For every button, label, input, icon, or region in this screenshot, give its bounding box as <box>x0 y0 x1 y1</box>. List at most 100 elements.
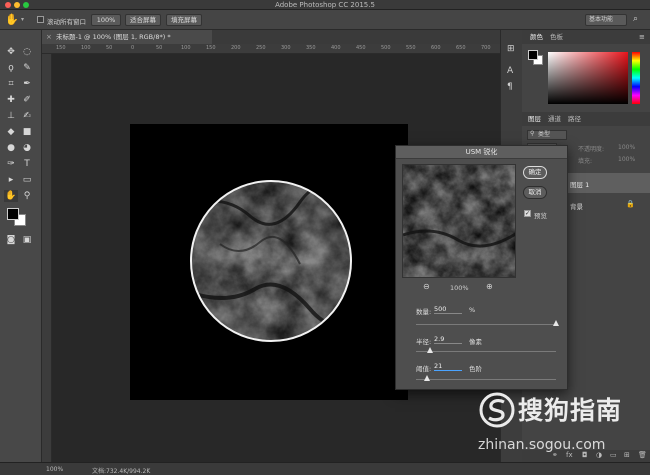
rectangle-tool-icon[interactable]: ▭ <box>20 174 34 186</box>
paragraph-panel-icon[interactable]: ¶ <box>507 82 513 92</box>
close-tab-icon[interactable]: × <box>46 30 52 44</box>
ruler-tick-label: 550 <box>406 45 416 51</box>
amount-unit: % <box>469 306 476 314</box>
workspace-label: 基本功能 <box>589 16 614 23</box>
ruler-tick-label: 650 <box>456 45 466 51</box>
type-tool-icon[interactable]: T <box>20 158 34 170</box>
filter-search-icon: ⚲ <box>530 130 535 137</box>
lasso-tool-icon[interactable]: ϙ <box>4 62 18 74</box>
panel-menu-icon[interactable]: ≡ <box>639 33 645 41</box>
status-menu-chevron-icon[interactable]: › <box>147 466 149 473</box>
pen-tool-icon[interactable]: ✑ <box>4 158 18 170</box>
radius-label: 半径: <box>416 338 432 346</box>
marquee-tool-icon[interactable]: ◌ <box>20 46 34 58</box>
preview-clouds-graphic <box>403 165 515 277</box>
dialog-title: USM 锐化 <box>396 146 567 159</box>
threshold-unit: 色阶 <box>469 365 482 373</box>
horizontal-ruler: 150 100 50 0 50 100 150 200 250 300 350 400 450 500 55… <box>42 44 500 54</box>
dodge-tool-icon[interactable]: ◕ <box>20 142 34 154</box>
color-field[interactable] <box>548 52 628 104</box>
preview-zoom-value: 100% <box>450 284 469 292</box>
foreground-color-fill <box>7 208 19 220</box>
layer-1-name: 图层 1 <box>570 181 590 189</box>
crop-tool-icon[interactable]: ⌗ <box>4 78 18 90</box>
quick-mask-icon[interactable]: ◙ <box>4 234 18 246</box>
status-zoom[interactable]: 100% <box>46 466 63 473</box>
tab-layers[interactable]: 图层 <box>528 112 541 126</box>
tab-swatches[interactable]: 色板 <box>550 30 563 44</box>
vertical-ruler <box>42 54 52 462</box>
scroll-all-checkbox[interactable] <box>37 16 44 23</box>
background-layer-name: 背景 <box>570 203 583 211</box>
tool-preset-chevron-icon[interactable]: ▾ <box>21 16 24 23</box>
preview-checkbox[interactable]: ✓ <box>524 210 531 217</box>
clone-stamp-tool-icon[interactable]: ⊥ <box>4 110 18 122</box>
ruler-tick-label: 100 <box>181 45 191 51</box>
eyedropper-tool-icon[interactable]: ✒ <box>20 78 34 90</box>
eraser-tool-icon[interactable]: ◆ <box>4 126 18 138</box>
sogou-watermark: 搜狗指南 zhinan.sogou.com <box>470 385 650 465</box>
ruler-tick-label: 450 <box>356 45 366 51</box>
tab-color[interactable]: 颜色 <box>530 30 543 44</box>
tab-channels[interactable]: 通道 <box>548 112 561 126</box>
radius-slider-thumb[interactable] <box>427 347 433 353</box>
radius-slider-track[interactable] <box>416 351 556 352</box>
fill-screen-button[interactable]: 填充屏幕 <box>166 14 202 26</box>
preview-image[interactable] <box>402 164 516 278</box>
threshold-label: 阈值: <box>416 365 432 373</box>
amount-slider-thumb[interactable] <box>553 320 559 326</box>
amount-input[interactable]: 500 <box>434 305 462 314</box>
workspace-switcher[interactable]: 基本功能 <box>585 14 627 26</box>
document-canvas[interactable] <box>130 124 408 400</box>
hand-tool-icon[interactable]: ✋ <box>5 13 19 26</box>
zoom-out-icon[interactable]: ⊖ <box>423 282 430 291</box>
ok-button[interactable]: 确定 <box>523 166 547 179</box>
ruler-tick-label: 250 <box>256 45 266 51</box>
healing-brush-tool-icon[interactable]: ✚ <box>4 94 18 106</box>
zoom-100-button[interactable]: 100% <box>91 14 121 26</box>
gradient-tool-icon[interactable]: ■ <box>20 126 34 138</box>
threshold-slider-thumb[interactable] <box>424 375 431 381</box>
ruler-tick-label: 500 <box>381 45 391 51</box>
options-bar: ✋ ▾ 滚动所有窗口 100% 适合屏幕 填充屏幕 基本功能 ⌕ <box>0 10 650 30</box>
brush-tool-icon[interactable]: ✐ <box>20 94 34 106</box>
amount-label: 数量: <box>416 308 432 316</box>
color-panel-foreground-swatch[interactable] <box>528 50 538 60</box>
opacity-value[interactable]: 100% <box>618 144 635 151</box>
zoom-in-icon[interactable]: ⊕ <box>486 282 493 291</box>
screen-mode-icon[interactable]: ▣ <box>20 234 34 246</box>
blur-tool-icon[interactable]: ● <box>4 142 18 154</box>
threshold-input[interactable]: 21 <box>434 362 462 371</box>
ruler-tick-label: 200 <box>231 45 241 51</box>
ruler-tick-label: 400 <box>331 45 341 51</box>
hue-slider[interactable] <box>632 52 640 104</box>
ruler-tick-label: 150 <box>56 45 66 51</box>
history-panel-icon[interactable]: ⊞ <box>507 44 515 54</box>
watermark-url: zhinan.sogou.com <box>478 437 606 453</box>
search-icon[interactable]: ⌕ <box>633 14 638 24</box>
cloud-circle-image <box>190 180 352 342</box>
history-brush-tool-icon[interactable]: ✍ <box>20 110 34 122</box>
ruler-tick-label: 700 <box>481 45 491 51</box>
document-tab[interactable]: × 未标题-1 @ 100% (图层 1, RGB/8*) * <box>42 30 212 44</box>
path-select-tool-icon[interactable]: ▸ <box>4 174 18 186</box>
fit-screen-button[interactable]: 适合屏幕 <box>125 14 161 26</box>
character-panel-icon[interactable]: A <box>507 66 513 76</box>
status-doc-info[interactable]: 文档:732.4K/994.2K <box>92 466 150 475</box>
quick-select-tool-icon[interactable]: ✎ <box>20 62 34 74</box>
threshold-slider-track[interactable] <box>416 379 556 380</box>
opacity-label: 不透明度: <box>578 146 605 153</box>
zoom-tool-icon[interactable]: ⚲ <box>20 190 34 202</box>
hand-tool-active-icon[interactable]: ✋ <box>4 190 18 202</box>
document-tab-title: 未标题-1 @ 100% (图层 1, RGB/8*) * <box>56 33 171 41</box>
watermark-brand: 搜狗指南 <box>518 396 623 425</box>
cancel-button[interactable]: 取消 <box>523 186 547 199</box>
radius-input[interactable]: 2.9 <box>434 335 462 344</box>
ruler-tick-label: 50 <box>156 45 163 51</box>
move-tool-icon[interactable]: ✥ <box>4 46 18 58</box>
fill-value[interactable]: 100% <box>618 156 635 163</box>
usm-sharpen-dialog: USM 锐化 确定 取消 ✓ 预览 ⊖ 100% ⊕ 数量: 500 % 半径:… <box>395 145 568 390</box>
tab-paths[interactable]: 路径 <box>568 112 581 126</box>
amount-slider-track[interactable] <box>416 324 556 325</box>
fill-label: 填充: <box>578 158 593 165</box>
